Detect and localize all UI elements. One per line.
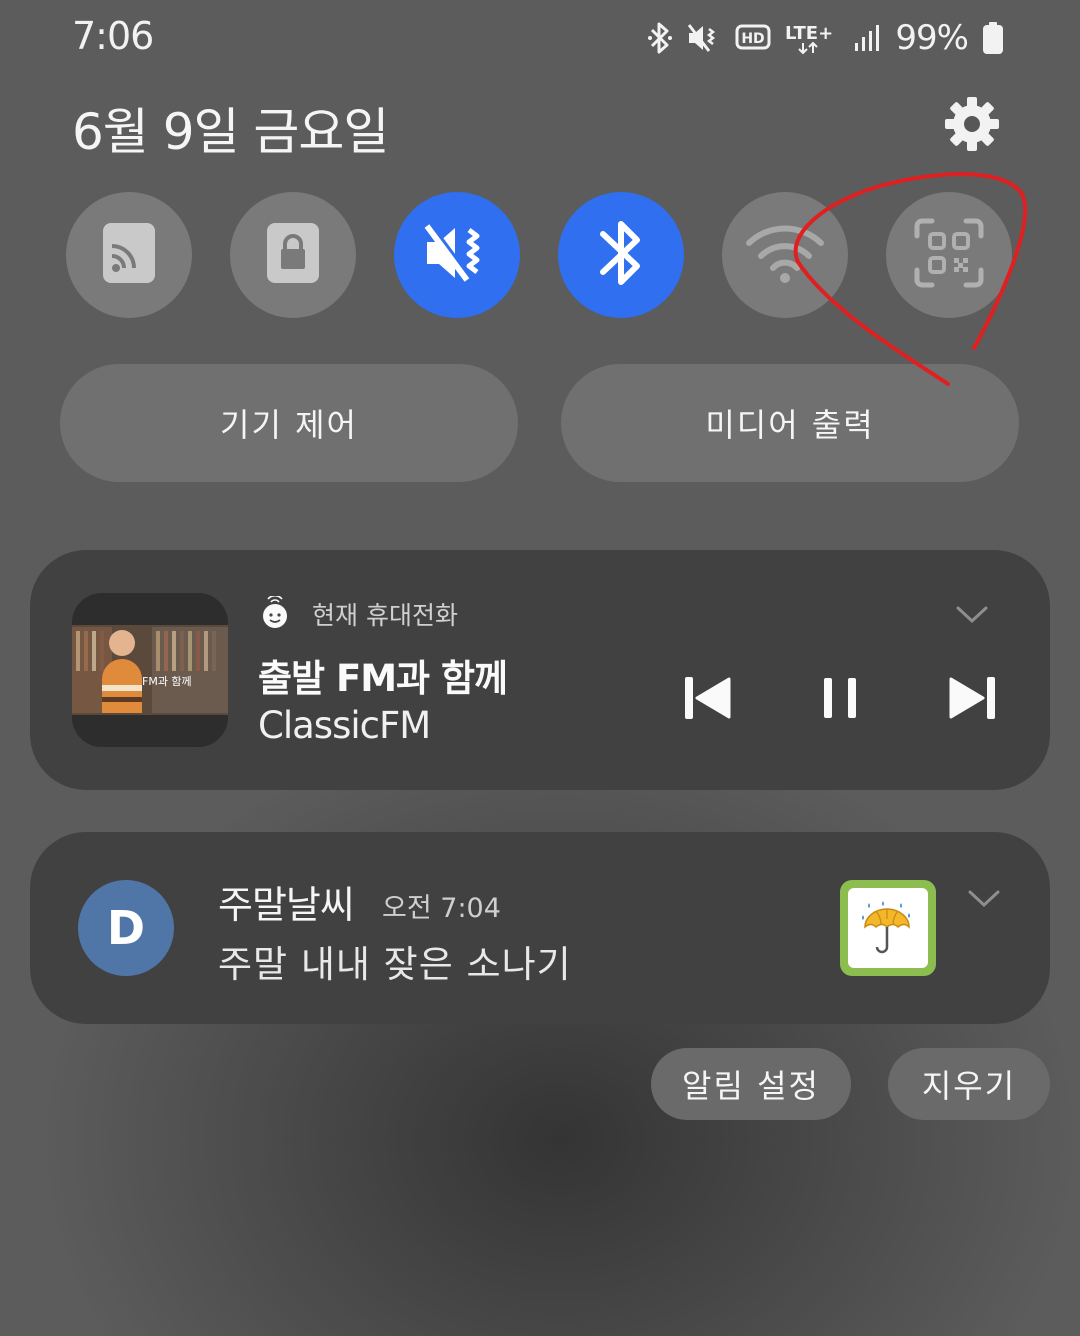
hd-voice-icon: HD <box>735 23 771 53</box>
previous-icon[interactable] <box>680 670 736 726</box>
status-time: 7:06 <box>72 14 154 58</box>
media-output-button[interactable]: 미디어 출력 <box>561 364 1019 482</box>
next-icon[interactable] <box>944 670 1000 726</box>
qr-scan-icon <box>914 218 984 292</box>
notification-title: 주말날씨 <box>218 883 355 927</box>
vibrate-mute-icon <box>687 23 721 53</box>
bluetooth-icon <box>595 216 647 294</box>
chevron-down-icon[interactable] <box>966 888 1002 910</box>
media-title: 출발 FM과 함께 <box>258 657 508 700</box>
tile-qr-scan[interactable] <box>886 192 1012 318</box>
bluetooth-icon <box>647 21 673 55</box>
avatar: D <box>78 880 174 976</box>
radio-app-icon <box>260 594 290 634</box>
tile-secure-folder[interactable] <box>230 192 356 318</box>
battery-percent: 99% <box>895 18 969 58</box>
pause-icon[interactable] <box>812 670 868 726</box>
device-control-button[interactable]: 기기 제어 <box>60 364 518 482</box>
battery-icon <box>982 21 1004 55</box>
clear-button[interactable]: 지우기 <box>888 1048 1050 1120</box>
svg-text:LTE+: LTE+ <box>785 23 833 44</box>
notification-thumbnail <box>840 880 936 976</box>
tile-bluetooth[interactable] <box>558 192 684 318</box>
gear-icon[interactable] <box>944 96 1000 152</box>
umbrella-icon <box>848 888 928 968</box>
vibrate-mute-icon <box>423 222 491 288</box>
tile-cast[interactable] <box>66 192 192 318</box>
lock-icon <box>266 222 320 288</box>
media-subtitle: ClassicFM <box>258 704 431 747</box>
chevron-down-icon[interactable] <box>954 604 990 626</box>
wifi-icon <box>745 223 825 287</box>
date-label: 6월 9일 금요일 <box>72 103 389 161</box>
tile-sound-mode[interactable] <box>394 192 520 318</box>
status-icons: HD LTE+ 99% <box>647 18 1004 58</box>
svg-text:FM과 함께: FM과 함께 <box>142 675 192 688</box>
notification-time: 오전 7:04 <box>382 893 501 924</box>
media-source-label: 현재 휴대전화 <box>312 601 458 630</box>
svg-text:HD: HD <box>742 31 765 47</box>
album-art: FM과 함께 <box>72 593 228 747</box>
notification-body: 주말 내내 잦은 소나기 <box>218 943 572 986</box>
notification-settings-button[interactable]: 알림 설정 <box>651 1048 851 1120</box>
signal-icon <box>853 23 881 53</box>
lte-plus-icon: LTE+ <box>785 21 839 55</box>
tile-wifi[interactable] <box>722 192 848 318</box>
cast-icon <box>102 222 156 288</box>
